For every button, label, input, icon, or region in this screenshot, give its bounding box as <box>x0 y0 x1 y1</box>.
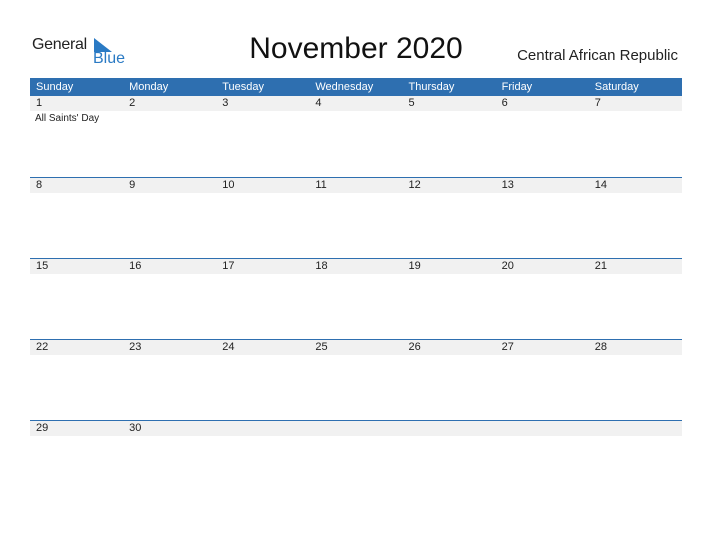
date-number: 20 <box>501 260 514 272</box>
date-number: 7 <box>594 97 601 109</box>
holiday-label <box>403 355 496 357</box>
holiday-label <box>216 274 309 276</box>
week-row: 29 30 <box>30 420 682 501</box>
date-number: 25 <box>315 341 328 353</box>
date-number <box>496 421 589 436</box>
week-row: 22 23 24 25 26 27 28 <box>30 339 682 420</box>
date-number: 16 <box>129 260 142 272</box>
date-bar: 22 23 24 25 26 27 28 <box>30 339 682 355</box>
holiday-label <box>30 436 123 438</box>
holiday-label <box>496 436 589 438</box>
date-number: 17 <box>222 260 235 272</box>
date-number: 3 <box>222 97 229 109</box>
country-name: Central African Republic <box>517 47 678 64</box>
holiday-label <box>403 193 496 195</box>
events-row <box>30 193 682 195</box>
week-row: 8 9 10 11 12 13 14 <box>30 177 682 258</box>
holiday-label <box>309 274 402 276</box>
date-number: 12 <box>408 179 421 191</box>
date-number: 30 <box>129 422 142 434</box>
holiday-label <box>309 111 402 124</box>
date-number: 14 <box>594 179 607 191</box>
holiday-label <box>589 274 682 276</box>
holiday-label <box>216 193 309 195</box>
weekday-sunday: Sunday <box>36 81 74 93</box>
date-number: 9 <box>129 179 136 191</box>
holiday-label <box>589 436 682 438</box>
date-number <box>309 421 402 436</box>
holiday-label <box>216 111 309 124</box>
holiday-label <box>589 193 682 195</box>
date-number: 15 <box>36 260 49 272</box>
holiday-label <box>123 436 216 438</box>
holiday-label <box>496 193 589 195</box>
date-number: 26 <box>408 341 421 353</box>
week-row: 1 2 3 4 5 6 7 All Saints' Day <box>30 96 682 177</box>
calendar-grid: Sunday Monday Tuesday Wednesday Thursday… <box>30 78 682 501</box>
week-row: 15 16 17 18 19 20 21 <box>30 258 682 339</box>
holiday-label <box>123 193 216 195</box>
date-bar: 1 2 3 4 5 6 7 <box>30 96 682 111</box>
date-number: 11 <box>315 179 327 191</box>
date-number: 29 <box>36 422 49 434</box>
date-number: 24 <box>222 341 235 353</box>
date-number: 1 <box>36 97 43 109</box>
date-number: 2 <box>129 97 136 109</box>
date-number: 27 <box>501 341 514 353</box>
holiday-label <box>309 193 402 195</box>
weekday-header: Sunday Monday Tuesday Wednesday Thursday… <box>30 78 682 96</box>
weekday-thursday: Thursday <box>408 81 455 93</box>
holiday-label <box>589 355 682 357</box>
date-number <box>403 421 496 436</box>
holiday-label <box>30 193 123 195</box>
holiday-label <box>216 355 309 357</box>
holiday-label <box>496 274 589 276</box>
date-number: 19 <box>408 260 421 272</box>
date-number: 13 <box>501 179 514 191</box>
date-number: 6 <box>501 97 508 109</box>
holiday-label <box>309 436 402 438</box>
holiday-label <box>30 355 123 357</box>
weekday-monday: Monday <box>129 81 169 93</box>
date-number: 23 <box>129 341 142 353</box>
date-number: 5 <box>408 97 415 109</box>
date-number: 8 <box>36 179 43 191</box>
holiday-label <box>403 436 496 438</box>
weekday-wednesday: Wednesday <box>315 81 374 93</box>
date-number: 4 <box>315 97 322 109</box>
events-row <box>30 274 682 276</box>
date-number: 21 <box>594 260 607 272</box>
holiday-label <box>30 274 123 276</box>
events-row <box>30 355 682 357</box>
holiday-label <box>216 436 309 438</box>
holiday-label <box>123 355 216 357</box>
weekday-friday: Friday <box>501 81 533 93</box>
date-bar: 8 9 10 11 12 13 14 <box>30 177 682 193</box>
holiday-label <box>403 274 496 276</box>
date-bar: 15 16 17 18 19 20 21 <box>30 258 682 274</box>
date-number: 22 <box>36 341 49 353</box>
weekday-tuesday: Tuesday <box>222 81 265 93</box>
holiday-label <box>589 111 682 124</box>
date-number <box>589 421 682 436</box>
holiday-label <box>403 111 496 124</box>
date-bar: 29 30 <box>30 420 682 436</box>
date-number: 28 <box>594 341 607 353</box>
date-number: 18 <box>315 260 328 272</box>
weekday-saturday: Saturday <box>594 81 639 93</box>
events-row: All Saints' Day <box>30 111 682 124</box>
holiday-label <box>496 355 589 357</box>
date-number <box>216 421 309 436</box>
holiday-label <box>309 355 402 357</box>
events-row <box>30 436 682 438</box>
holiday-label <box>123 274 216 276</box>
holiday-label <box>123 111 216 124</box>
date-number: 10 <box>222 179 235 191</box>
holiday-label <box>496 111 589 124</box>
holiday-label: All Saints' Day <box>35 113 100 124</box>
